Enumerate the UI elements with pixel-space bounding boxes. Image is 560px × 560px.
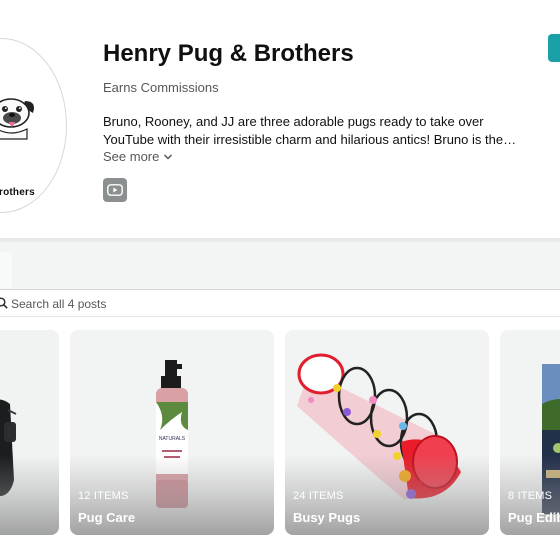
collection-count: 12 ITEMS [78, 490, 129, 502]
search-bar [0, 289, 560, 317]
profile-bio: Bruno, Rooney, and JJ are three adorable… [103, 113, 543, 149]
svg-text:NATURALS: NATURALS [159, 436, 186, 442]
collection-count: 8 ITEMS [508, 490, 553, 502]
chevron-down-icon [164, 153, 173, 160]
collection-card-pug-care[interactable]: NATURALS 12 ITEMS Pug Care [70, 330, 274, 535]
collection-title: Pug Edib [508, 510, 560, 525]
section-divider-band [0, 242, 560, 290]
collection-count: 24 ITEMS [293, 490, 344, 502]
see-more-label: See more [103, 149, 160, 164]
collection-title: Pug Care [78, 510, 136, 525]
see-more-button[interactable]: See more [103, 149, 173, 164]
bio-line: YouTube with their irresistible charm an… [103, 132, 517, 147]
youtube-link-button[interactable] [103, 178, 127, 202]
profile-avatar: rothers [0, 38, 67, 213]
collections-carousel: NATURALS 12 ITEMS Pug Care 24 ITEMS Busy… [0, 330, 560, 535]
search-icon [0, 297, 8, 309]
band-tab-edge [0, 252, 12, 288]
earns-commissions-label: Earns Commissions [103, 80, 219, 95]
collection-card-busy-pugs[interactable]: 24 ITEMS Busy Pugs [285, 330, 489, 535]
collection-card-pug-edibles[interactable]: 8 ITEMS Pug Edib [500, 330, 560, 535]
storefront-page: rothers Henry Pug & Brothers Earns Commi… [0, 0, 560, 560]
profile-name: Henry Pug & Brothers [103, 40, 354, 67]
search-input[interactable] [11, 294, 311, 314]
collection-card[interactable] [0, 330, 59, 535]
collection-title: Busy Pugs [293, 510, 361, 525]
youtube-icon [107, 184, 123, 196]
pug-logo-icon [0, 98, 34, 140]
bio-line: Bruno, Rooney, and JJ are three adorable… [103, 114, 484, 129]
card-shade [0, 455, 59, 535]
avatar-brand-text: rothers [0, 187, 35, 198]
follow-button[interactable] [548, 34, 560, 62]
